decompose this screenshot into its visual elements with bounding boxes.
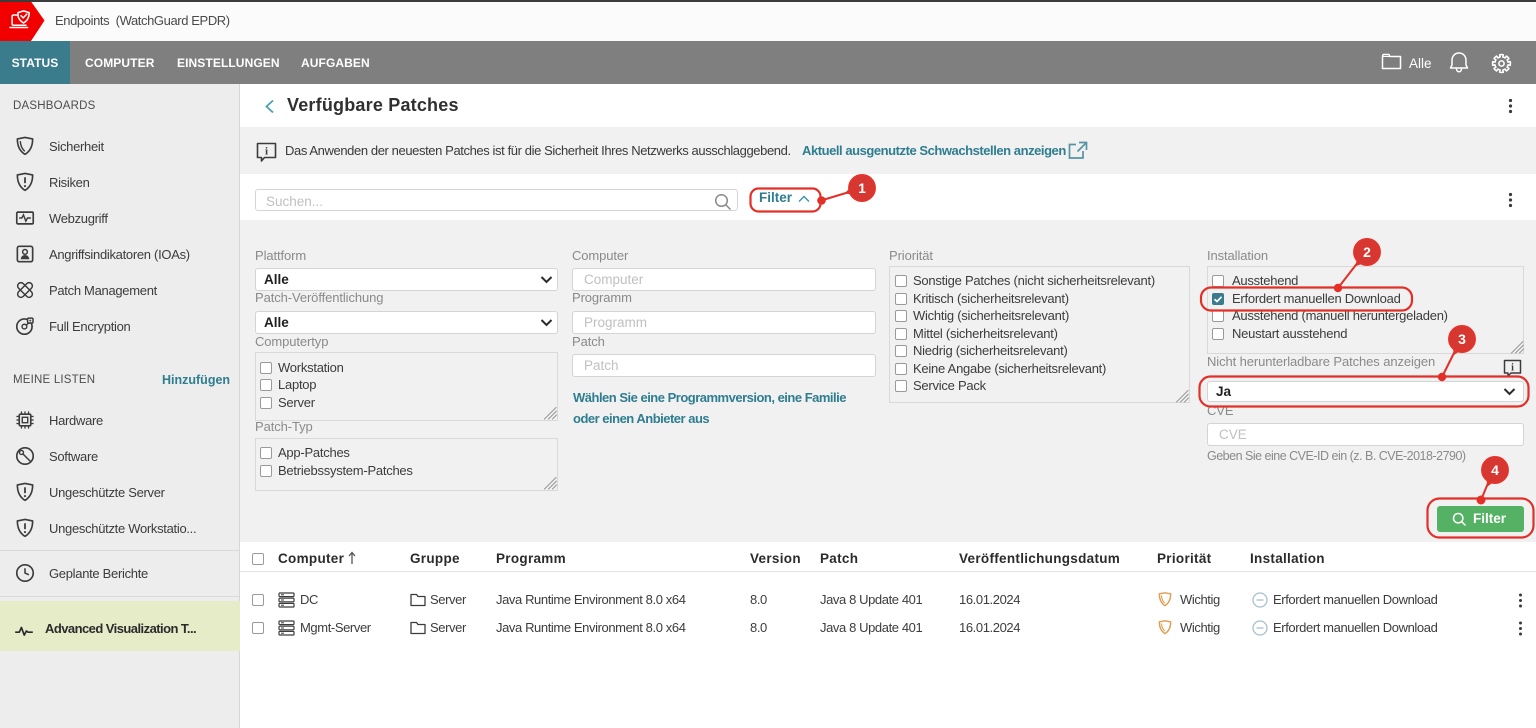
svg-text:i: i [1511, 363, 1514, 374]
svg-text:i: i [265, 145, 268, 157]
